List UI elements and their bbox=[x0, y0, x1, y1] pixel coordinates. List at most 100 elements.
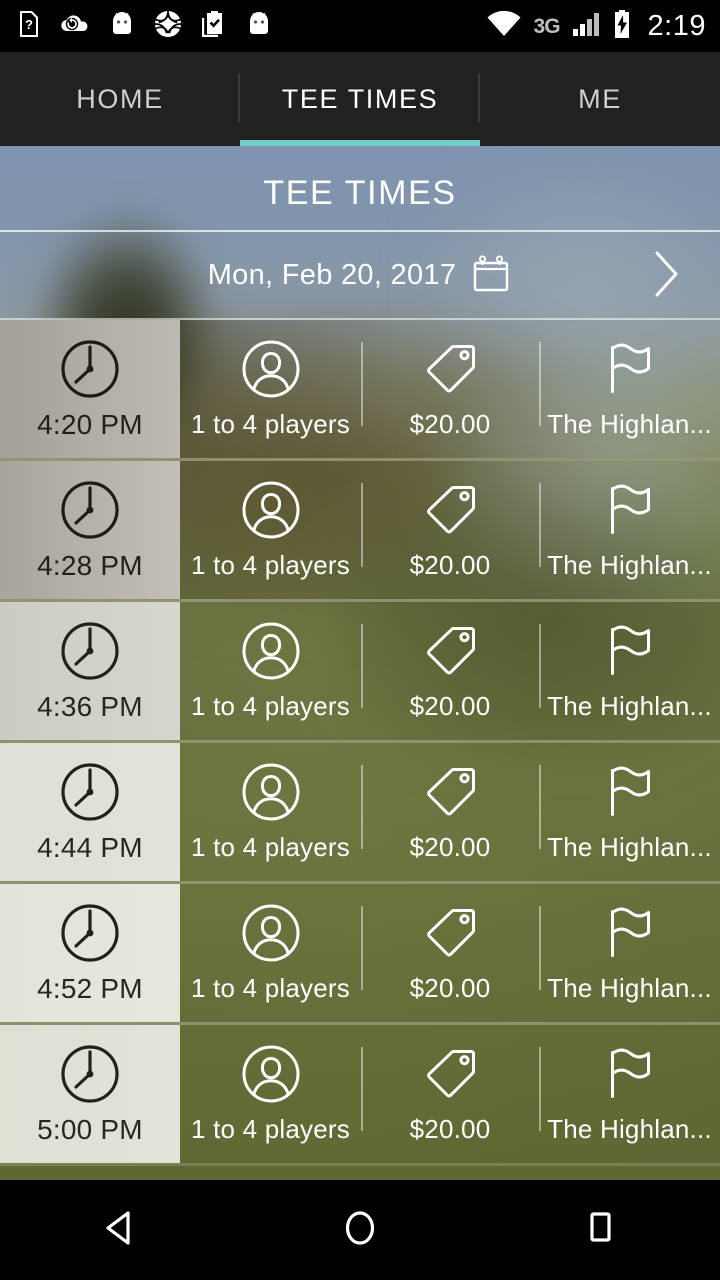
course-label: The Highlan... bbox=[547, 550, 712, 580]
recents-square-icon bbox=[580, 1206, 620, 1255]
price-tag-icon bbox=[419, 761, 481, 828]
price-cell: $20.00 bbox=[361, 602, 539, 740]
tab-tee-times-label: TEE TIMES bbox=[281, 83, 439, 114]
tab-home-label: HOME bbox=[76, 83, 164, 114]
clock-icon bbox=[59, 1043, 121, 1110]
clock-icon bbox=[59, 761, 121, 828]
column-divider bbox=[361, 1047, 363, 1131]
column-divider bbox=[539, 624, 541, 708]
tee-time-row[interactable]: 4:44 PM 1 to 4 players $20.00 The Highlan..… bbox=[0, 743, 720, 884]
tee-time-label: 4:36 PM bbox=[37, 690, 143, 722]
course-cell: The Highlan... bbox=[539, 884, 720, 1022]
column-divider bbox=[539, 1047, 541, 1131]
price-label: $20.00 bbox=[409, 973, 491, 1003]
price-tag-icon bbox=[419, 620, 481, 687]
person-icon bbox=[240, 479, 302, 546]
back-button[interactable] bbox=[0, 1207, 240, 1254]
status-bar-clock: 2:19 bbox=[647, 9, 706, 42]
tab-me[interactable]: ME bbox=[480, 52, 720, 146]
column-divider bbox=[539, 342, 541, 426]
clock-icon bbox=[59, 902, 121, 969]
page-title: TEE TIMES bbox=[263, 173, 457, 212]
players-cell: 1 to 4 players bbox=[180, 1025, 361, 1163]
golf-flag-icon bbox=[599, 620, 661, 687]
price-cell: $20.00 bbox=[361, 1025, 539, 1163]
golf-flag-icon bbox=[599, 761, 661, 828]
players-label: 1 to 4 players bbox=[191, 691, 350, 721]
tee-time-label: 4:28 PM bbox=[37, 549, 143, 581]
column-divider bbox=[539, 765, 541, 849]
course-cell: The Highlan... bbox=[539, 602, 720, 740]
price-label: $20.00 bbox=[409, 409, 491, 439]
course-label: The Highlan... bbox=[547, 832, 712, 862]
next-date-button[interactable] bbox=[636, 245, 696, 307]
tee-time-row[interactable]: 4:20 PM 1 to 4 players $20.00 The Highlan..… bbox=[0, 320, 720, 461]
course-cell: The Highlan... bbox=[539, 461, 720, 599]
tee-time-details: 1 to 4 players $20.00 The Highlan... bbox=[0, 1025, 720, 1163]
tee-time-label: 4:52 PM bbox=[37, 972, 143, 1004]
column-divider bbox=[361, 483, 363, 567]
tab-bar: HOME TEE TIMES ME bbox=[0, 52, 720, 146]
players-cell: 1 to 4 players bbox=[180, 743, 361, 881]
players-label: 1 to 4 players bbox=[191, 973, 350, 1003]
price-tag-icon bbox=[419, 479, 481, 546]
players-label: 1 to 4 players bbox=[191, 832, 350, 862]
svg-text:?: ? bbox=[25, 17, 33, 32]
price-label: $20.00 bbox=[409, 691, 491, 721]
header-divider bbox=[0, 230, 720, 232]
person-icon bbox=[240, 902, 302, 969]
players-cell: 1 to 4 players bbox=[180, 884, 361, 1022]
network-type-label: 3G bbox=[533, 14, 561, 38]
person-icon bbox=[240, 338, 302, 405]
price-cell: $20.00 bbox=[361, 884, 539, 1022]
tab-me-label: ME bbox=[578, 83, 622, 114]
tab-home[interactable]: HOME bbox=[0, 52, 240, 146]
date-selector[interactable]: Mon, Feb 20, 2017 bbox=[0, 232, 720, 318]
calendar-icon bbox=[470, 252, 512, 299]
column-divider bbox=[539, 906, 541, 990]
price-label: $20.00 bbox=[409, 832, 491, 862]
clipboard-check-icon bbox=[201, 10, 227, 42]
wifi-icon bbox=[486, 10, 522, 43]
tee-time-row[interactable]: 4:36 PM 1 to 4 players $20.00 The Highlan..… bbox=[0, 602, 720, 743]
golf-flag-icon bbox=[599, 479, 661, 546]
app-screen: ? 3G 2:19 HOME TEE TIMES ME TEE TIMES Mo… bbox=[0, 0, 720, 1280]
tee-time-cell: 5:00 PM bbox=[0, 1025, 180, 1163]
chevron-right-icon bbox=[649, 248, 683, 305]
person-icon bbox=[240, 761, 302, 828]
price-tag-icon bbox=[419, 338, 481, 405]
golf-flag-icon bbox=[599, 1043, 661, 1110]
tee-time-row[interactable]: 5:00 PM 1 to 4 players $20.00 The Highlan..… bbox=[0, 1025, 720, 1166]
tee-time-details: 1 to 4 players $20.00 The Highlan... bbox=[0, 884, 720, 1022]
column-divider bbox=[361, 906, 363, 990]
tee-time-row[interactable]: 4:52 PM 1 to 4 players $20.00 The Highlan..… bbox=[0, 884, 720, 1025]
course-label: The Highlan... bbox=[547, 409, 712, 439]
signal-bars-icon bbox=[572, 11, 600, 42]
person-icon bbox=[240, 620, 302, 687]
course-label: The Highlan... bbox=[547, 973, 712, 1003]
tee-time-details: 1 to 4 players $20.00 The Highlan... bbox=[0, 320, 720, 458]
course-label: The Highlan... bbox=[547, 1114, 712, 1144]
tee-time-cell: 4:20 PM bbox=[0, 320, 180, 458]
status-bar: ? 3G 2:19 bbox=[0, 0, 720, 52]
course-cell: The Highlan... bbox=[539, 320, 720, 458]
course-cell: The Highlan... bbox=[539, 1025, 720, 1163]
players-cell: 1 to 4 players bbox=[180, 602, 361, 740]
recents-button[interactable] bbox=[480, 1206, 720, 1255]
column-divider bbox=[539, 483, 541, 567]
price-cell: $20.00 bbox=[361, 320, 539, 458]
tee-time-cell: 4:52 PM bbox=[0, 884, 180, 1022]
tee-time-label: 4:44 PM bbox=[37, 831, 143, 863]
tee-times-list[interactable]: 4:20 PM 1 to 4 players $20.00 The Highlan..… bbox=[0, 320, 720, 1180]
page-header: TEE TIMES bbox=[0, 146, 720, 240]
column-divider bbox=[361, 765, 363, 849]
tee-time-cell: 4:44 PM bbox=[0, 743, 180, 881]
players-cell: 1 to 4 players bbox=[180, 461, 361, 599]
tab-tee-times[interactable]: TEE TIMES bbox=[240, 52, 480, 146]
sim-card-question-icon: ? bbox=[18, 10, 40, 43]
price-label: $20.00 bbox=[409, 550, 491, 580]
home-button[interactable] bbox=[240, 1205, 480, 1256]
course-cell: The Highlan... bbox=[539, 743, 720, 881]
clock-icon bbox=[59, 338, 121, 405]
tee-time-row[interactable]: 4:28 PM 1 to 4 players $20.00 The Highlan..… bbox=[0, 461, 720, 602]
